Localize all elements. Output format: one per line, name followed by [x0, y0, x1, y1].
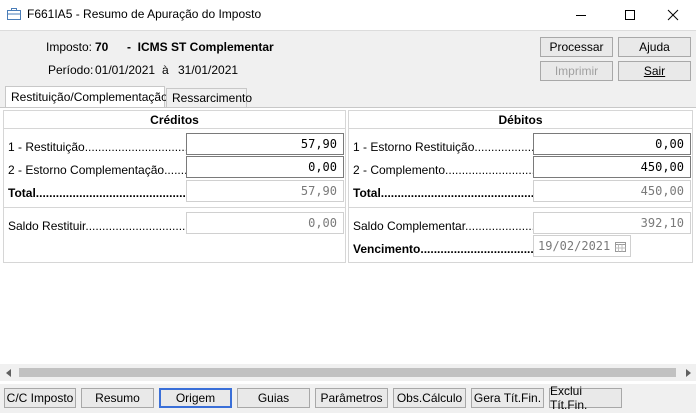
estorno-complementacao-field[interactable]: 0,00 — [186, 156, 344, 178]
title-bar: F661IA5 - Resumo de Apuração do Imposto — [0, 0, 696, 30]
saldo-restituir-label: Saldo Restituir.........................… — [8, 219, 186, 233]
resumo-button[interactable]: Resumo — [81, 388, 154, 408]
debitos-divider — [349, 207, 692, 208]
bottom-toolbar: C/C Imposto Resumo Origem Guias Parâmetr… — [0, 384, 696, 413]
creditos-total-field: 57,90 — [186, 180, 344, 202]
debitos-total-label: Total...................................… — [353, 186, 533, 200]
exclui-tit-fin-button[interactable]: Exclui Tít.Fin. — [549, 384, 622, 412]
restituicao-label: 1 - Restituição.........................… — [8, 140, 186, 154]
arrow-right-icon — [685, 368, 691, 377]
saldo-restituir-field: 0,00 — [186, 212, 344, 234]
vencimento-label: Vencimento..............................… — [353, 242, 533, 256]
estorno-restituicao-label: 1 - Estorno Restituição.................… — [353, 140, 533, 154]
debitos-total-field: 450,00 — [533, 180, 691, 202]
minimize-icon — [576, 15, 586, 16]
window-title: F661IA5 - Resumo de Apuração do Imposto — [27, 7, 262, 21]
app-icon — [7, 8, 21, 20]
content-area: Créditos 1 - Restituição................… — [0, 107, 696, 385]
debitos-title: Débitos — [349, 111, 692, 129]
estorno-restituicao-field[interactable]: 0,00 — [533, 133, 691, 155]
debitos-panel: Débitos 1 - Estorno Restituição.........… — [348, 110, 693, 263]
maximize-icon — [625, 10, 635, 20]
creditos-title: Créditos — [4, 111, 345, 129]
imprimir-button[interactable]: Imprimir — [540, 61, 613, 81]
scroll-left-button[interactable] — [0, 364, 17, 381]
sair-button[interactable]: Sair — [618, 61, 691, 81]
tab-ressarcimento[interactable]: Ressarcimento — [166, 88, 252, 107]
origem-button[interactable]: Origem — [159, 388, 232, 408]
saldo-complementar-field: 392,10 — [533, 212, 691, 234]
estorno-complementacao-label: 2 - Estorno Complementação..............… — [8, 163, 186, 177]
obs-calculo-button[interactable]: Obs.Cálculo — [393, 388, 466, 408]
creditos-panel: Créditos 1 - Restituição................… — [3, 110, 346, 263]
imposto-name: - ICMS ST Complementar — [127, 40, 274, 54]
parametros-button[interactable]: Parâmetros — [315, 388, 388, 408]
header-panel: Imposto: 70 - ICMS ST Complementar Perío… — [0, 30, 696, 85]
scroll-right-button[interactable] — [679, 364, 696, 381]
close-icon — [667, 9, 679, 21]
vencimento-value: 19/02/2021 — [538, 239, 611, 253]
vencimento-field[interactable]: 19/02/2021 — [533, 235, 631, 257]
processar-button[interactable]: Processar — [540, 37, 613, 57]
periodo-end: 31/01/2021 — [178, 63, 239, 77]
complemento-label: 2 - Complemento.........................… — [353, 163, 533, 177]
arrow-left-icon — [5, 368, 11, 377]
imposto-code: 70 — [95, 40, 109, 54]
creditos-total-label: Total...................................… — [8, 186, 186, 200]
tab-restituicao[interactable]: Restituição/Complementação — [5, 86, 168, 107]
saldo-complementar-label: Saldo Complementar......................… — [353, 219, 533, 233]
ajuda-button[interactable]: Ajuda — [618, 37, 691, 57]
periodo-separator: à — [162, 63, 169, 77]
maximize-button[interactable] — [607, 0, 653, 30]
complemento-field[interactable]: 450,00 — [533, 156, 691, 178]
guias-button[interactable]: Guias — [237, 388, 310, 408]
periodo-label: Período: — [48, 63, 94, 77]
scroll-thumb[interactable] — [19, 368, 676, 377]
horizontal-scrollbar[interactable] — [0, 364, 696, 381]
gera-tit-fin-button[interactable]: Gera Tít.Fin. — [471, 388, 544, 408]
minimize-button[interactable] — [558, 0, 604, 30]
cc-imposto-button[interactable]: C/C Imposto — [4, 388, 76, 408]
close-button[interactable] — [650, 0, 696, 30]
imposto-label: Imposto: — [46, 40, 93, 54]
creditos-divider — [4, 207, 345, 208]
restituicao-field[interactable]: 57,90 — [186, 133, 344, 155]
periodo-start: 01/01/2021 — [95, 63, 156, 77]
calendar-icon[interactable] — [615, 241, 626, 252]
